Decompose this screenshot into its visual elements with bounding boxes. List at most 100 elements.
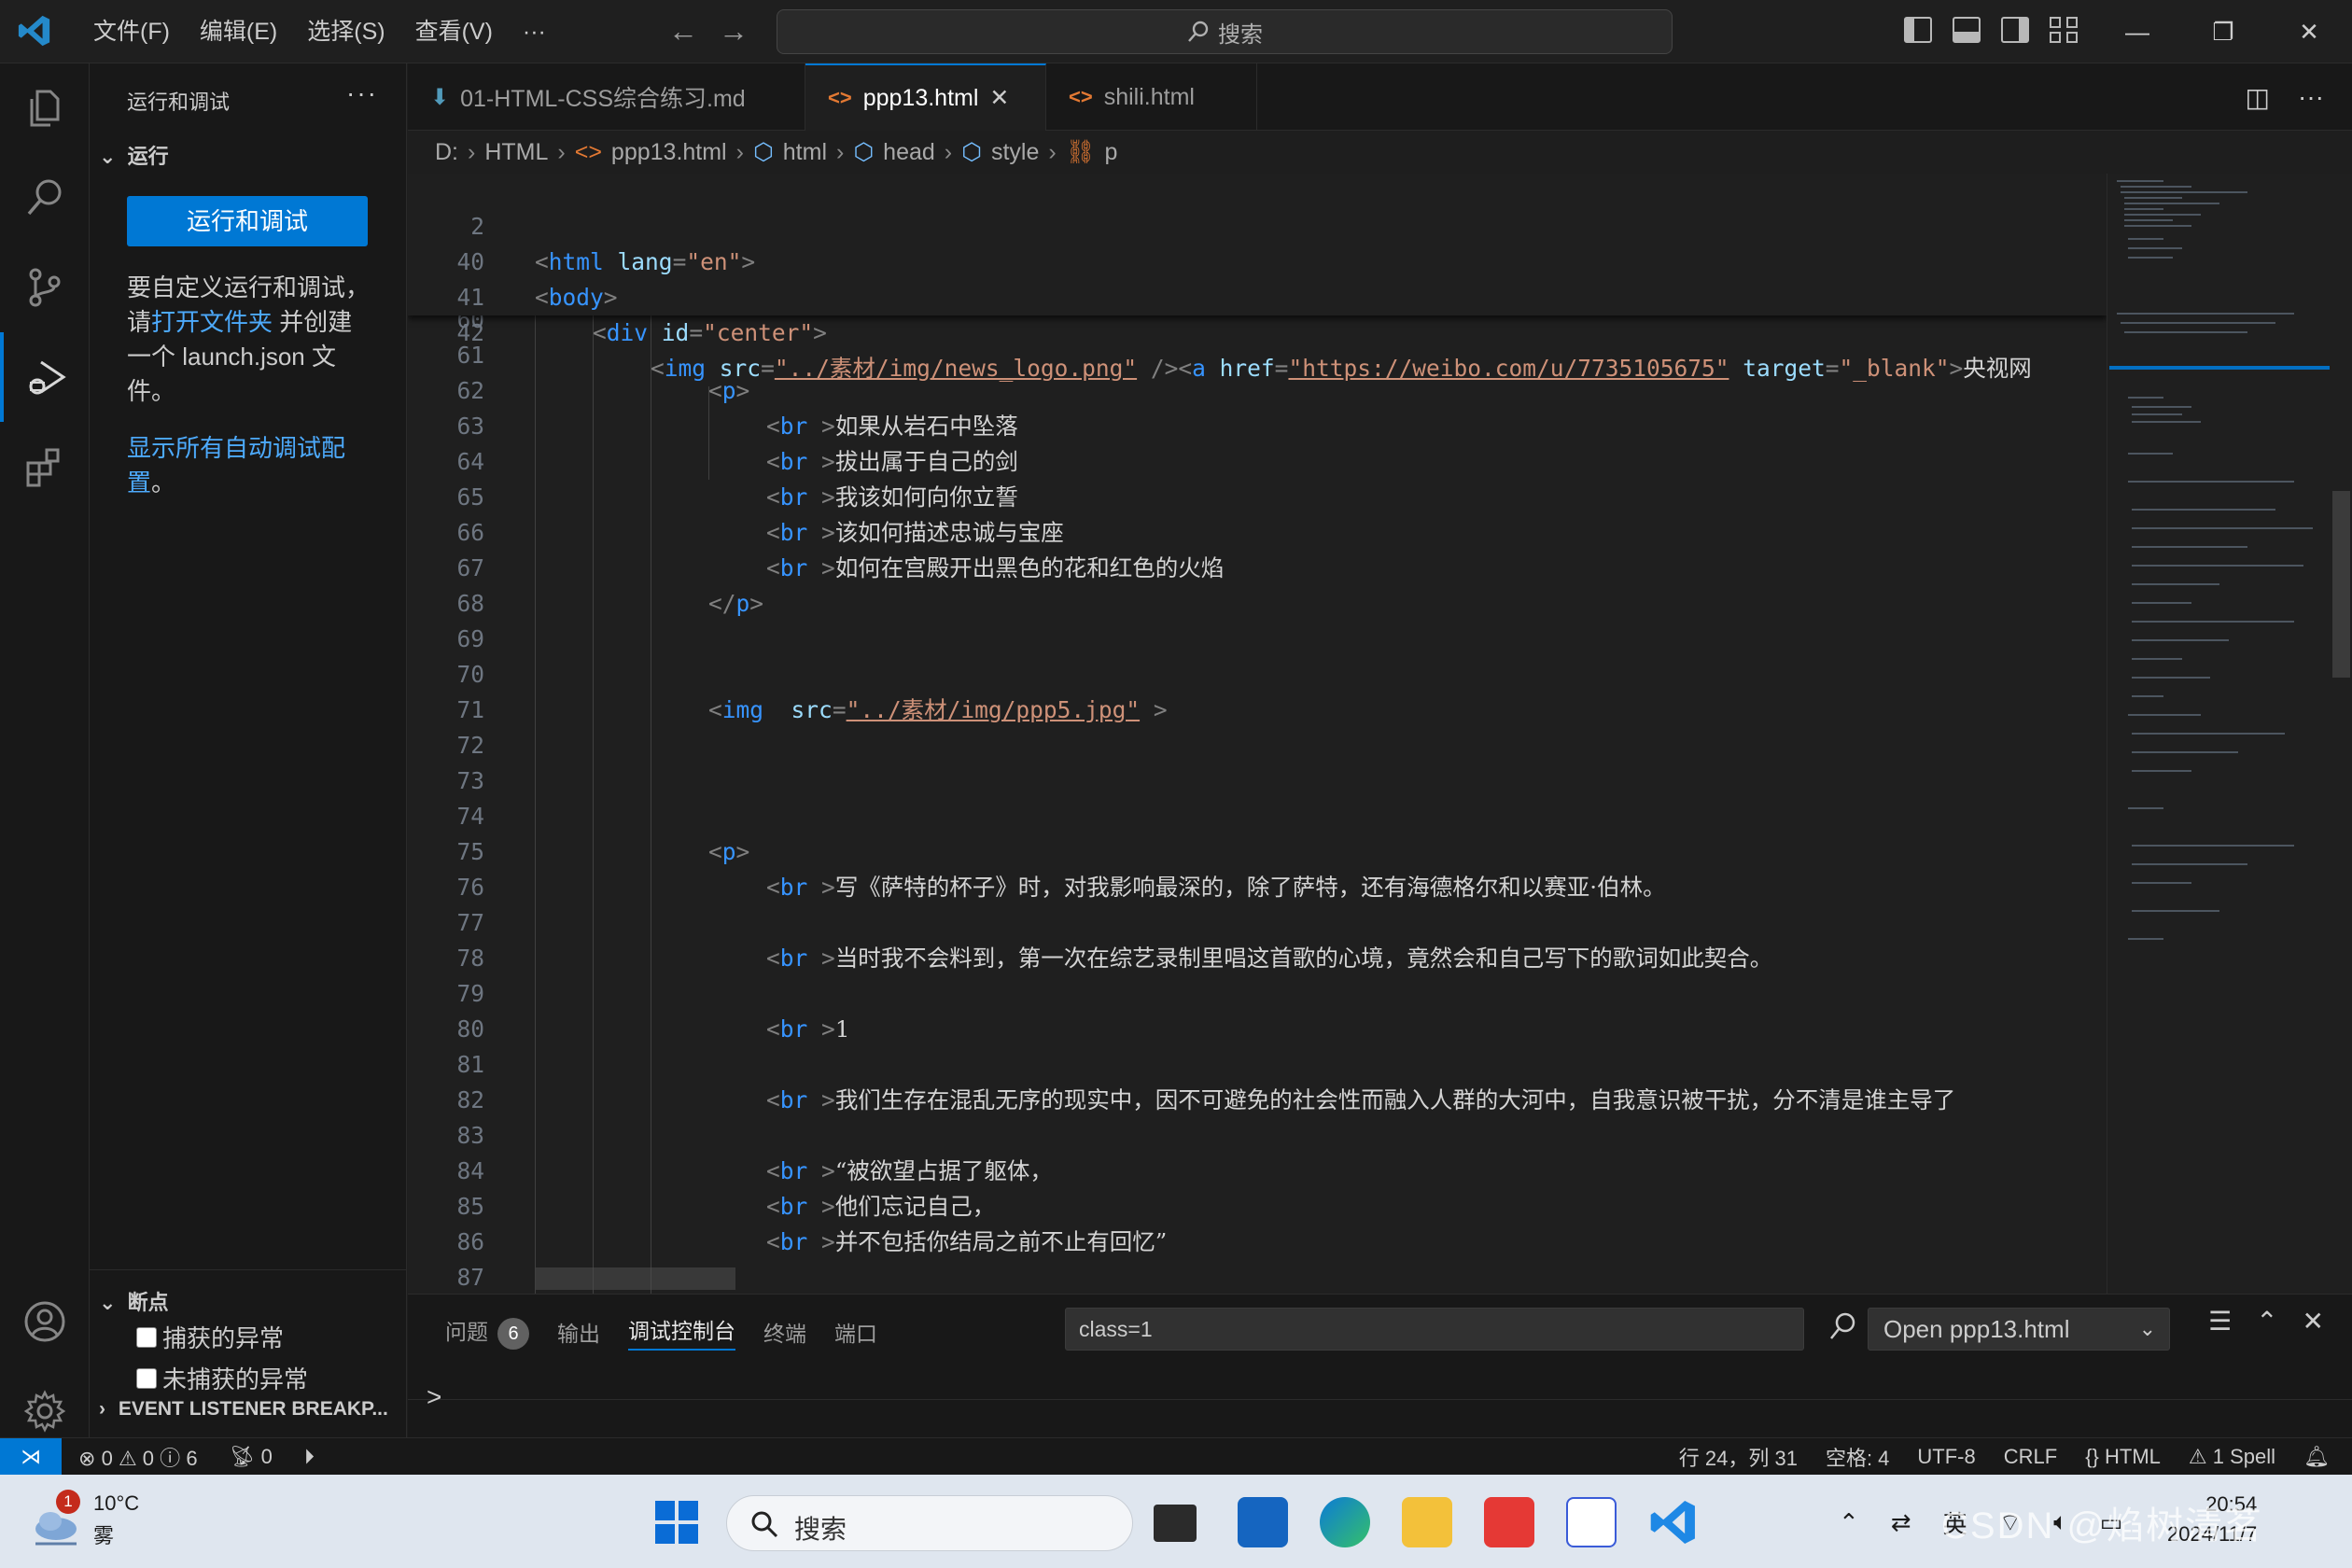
explorer-icon[interactable] (0, 63, 90, 153)
menu-view[interactable]: 查看(V) (400, 0, 508, 63)
search-icon (751, 1511, 778, 1538)
close-tab-icon[interactable]: ✕ (989, 84, 1009, 112)
tab-ports[interactable]: 端口 (834, 1316, 877, 1348)
breadcrumb-drive[interactable]: D: (435, 139, 458, 166)
file-explorer-icon[interactable] (1402, 1497, 1452, 1547)
debug-console-prompt[interactable]: > (427, 1382, 441, 1412)
restore-icon[interactable]: ❐ (2180, 0, 2266, 63)
search-icon[interactable] (1827, 1309, 1860, 1343)
search-icon (1188, 21, 1209, 42)
code-text: 我们生存在混乱无序的现实中，因不可避免的社会性而融入人群的大河中，自我意识被干扰… (834, 1086, 1956, 1113)
tab-label: ppp13.html (862, 84, 979, 111)
horizontal-scrollbar[interactable] (536, 1267, 735, 1290)
breadcrumb-style[interactable]: style (991, 139, 1039, 166)
search-view-icon[interactable] (0, 153, 90, 243)
toggle-panel-icon[interactable] (1953, 17, 1981, 43)
show-hidden-icons-icon[interactable]: ⌃ (1839, 1508, 1859, 1537)
menu-edit[interactable]: 编辑(E) (185, 0, 292, 63)
debug-launch-icon[interactable]: ⏵ (304, 1445, 315, 1469)
run-and-debug-icon[interactable] (0, 332, 90, 422)
run-section-header[interactable]: ⌄ 运行 (99, 140, 169, 170)
source-control-icon[interactable] (0, 243, 90, 332)
code-line: 82 <br >我们生存在混乱无序的现实中，因不可避免的社会性而融入人群的大河中，… (408, 1083, 2107, 1118)
code-editor[interactable]: 2 <html lang="en"> 40 <body> 41 <div id=… (408, 174, 2107, 1294)
run-debug-sidebar: 运行和调试 ··· ⌄ 运行 运行和调试 要自定义运行和调试，请打开文件夹 并创… (90, 63, 407, 1437)
spell-check[interactable]: ⚠ 1 Spell (2189, 1445, 2275, 1469)
pen-menu-icon[interactable]: ⇄ (1891, 1508, 1911, 1537)
back-arrow-icon[interactable]: ← (668, 13, 698, 49)
line-number: 80 (456, 1015, 484, 1043)
forward-arrow-icon[interactable]: → (719, 13, 749, 49)
menu-selection[interactable]: 选择(S) (292, 0, 399, 63)
minimize-icon[interactable]: — (2094, 0, 2180, 63)
vscode-taskbar-icon[interactable] (1648, 1497, 1699, 1547)
tab-debug-console[interactable]: 调试控制台 (628, 1313, 735, 1351)
toggle-secondary-sidebar-icon[interactable] (2001, 17, 2029, 43)
huawei-app-icon[interactable] (1484, 1497, 1534, 1547)
debug-console-filter-input[interactable]: class=1 (1065, 1308, 1804, 1351)
open-folder-link[interactable]: 打开文件夹 (151, 308, 273, 336)
breadcrumb-p[interactable]: p (1104, 139, 1117, 166)
edge-browser-icon[interactable] (1320, 1497, 1370, 1547)
ports-status[interactable]: 📡︎ 0 (230, 1445, 273, 1469)
breadcrumb-file[interactable]: ppp13.html (611, 139, 727, 166)
line-number: 75 (456, 838, 484, 865)
menu-file[interactable]: 文件(F) (78, 0, 185, 63)
chevron-right-icon: › (836, 138, 845, 165)
code-line: 2 <html lang="en"> (408, 174, 2107, 275)
chevron-right-icon: › (735, 138, 744, 165)
microsoft-store-icon[interactable] (1238, 1497, 1288, 1547)
menu-more[interactable]: ··· (508, 0, 561, 63)
uncaught-exceptions-checkbox[interactable] (136, 1367, 157, 1389)
windows-start-icon[interactable] (655, 1501, 698, 1544)
info-count: 6 (186, 1447, 198, 1470)
tab-problems[interactable]: 问题 6 (445, 1314, 529, 1350)
code-line: 73 (408, 763, 2107, 799)
maximize-panel-icon[interactable]: ⌃ (2256, 1306, 2277, 1337)
scrollbar-thumb[interactable] (2332, 491, 2350, 678)
accounts-icon[interactable] (0, 1277, 90, 1366)
caught-exceptions-checkbox[interactable] (136, 1326, 157, 1348)
tab-md-file[interactable]: ⬇ 01-HTML-CSS综合练习.md (408, 63, 805, 131)
clear-console-icon[interactable]: ☰ (2208, 1306, 2232, 1337)
weather-widget[interactable]: 1 10°C 雾 (30, 1490, 161, 1555)
breadcrumb-html[interactable]: html (783, 139, 827, 166)
cursor-position[interactable]: 行 24，列 31 (1679, 1442, 1798, 1472)
css-rule-icon: ⛓ (1065, 138, 1096, 165)
more-actions-icon[interactable]: ··· (2298, 82, 2324, 113)
tab-terminal[interactable]: 终端 (763, 1316, 806, 1348)
breadcrumb-folder[interactable]: HTML (484, 139, 548, 166)
run-and-debug-button[interactable]: 运行和调试 (127, 196, 368, 246)
line-ending[interactable]: CRLF (2004, 1445, 2057, 1469)
debug-session-select[interactable]: Open ppp13.html ⌄ (1868, 1308, 2170, 1351)
extensions-icon[interactable] (0, 422, 90, 511)
encoding[interactable]: UTF-8 (1917, 1445, 1975, 1469)
minimap[interactable] (2107, 174, 2331, 1294)
m-app-icon[interactable] (1566, 1497, 1617, 1547)
customize-layout-icon[interactable] (2050, 17, 2078, 43)
vertical-scrollbar[interactable] (2331, 174, 2352, 1294)
remote-indicator-icon[interactable]: ⋊ (0, 1438, 62, 1476)
task-view-icon[interactable] (1154, 1505, 1197, 1542)
close-panel-icon[interactable]: ✕ (2303, 1306, 2324, 1337)
notifications-bell-icon[interactable]: 🔔︎ (2303, 1445, 2330, 1469)
html-icon: <> (828, 86, 852, 109)
sidebar-more-actions[interactable]: ··· (346, 78, 378, 108)
tab-ppp13-html[interactable]: <> ppp13.html ✕ (805, 63, 1046, 131)
language-mode[interactable]: {} HTML (2085, 1445, 2161, 1469)
taskbar-search[interactable]: 搜索 (726, 1495, 1133, 1551)
indentation[interactable]: 空格: 4 (1826, 1442, 1889, 1472)
event-listener-breakpoints-header[interactable]: › EVENT LISTENER BREAKP... (99, 1398, 388, 1421)
tab-output[interactable]: 输出 (557, 1316, 600, 1348)
code-text: 1 (834, 1015, 850, 1043)
command-center-search[interactable]: 搜索 (777, 9, 1673, 54)
split-editor-icon[interactable]: ◫ (2246, 82, 2270, 113)
toggle-primary-sidebar-icon[interactable] (1904, 17, 1932, 43)
breadcrumb-head[interactable]: head (883, 139, 935, 166)
tab-shili-html[interactable]: <> shili.html (1046, 63, 1257, 131)
code-line: 70 (408, 657, 2107, 693)
line-number: 68 (456, 590, 484, 617)
breakpoints-section-header[interactable]: ⌄ 断点 (99, 1286, 169, 1316)
problems-status[interactable]: ⊗ 0 ⚠ 0 ⓘ 6 (78, 1442, 198, 1472)
close-window-icon[interactable]: ✕ (2266, 0, 2352, 63)
